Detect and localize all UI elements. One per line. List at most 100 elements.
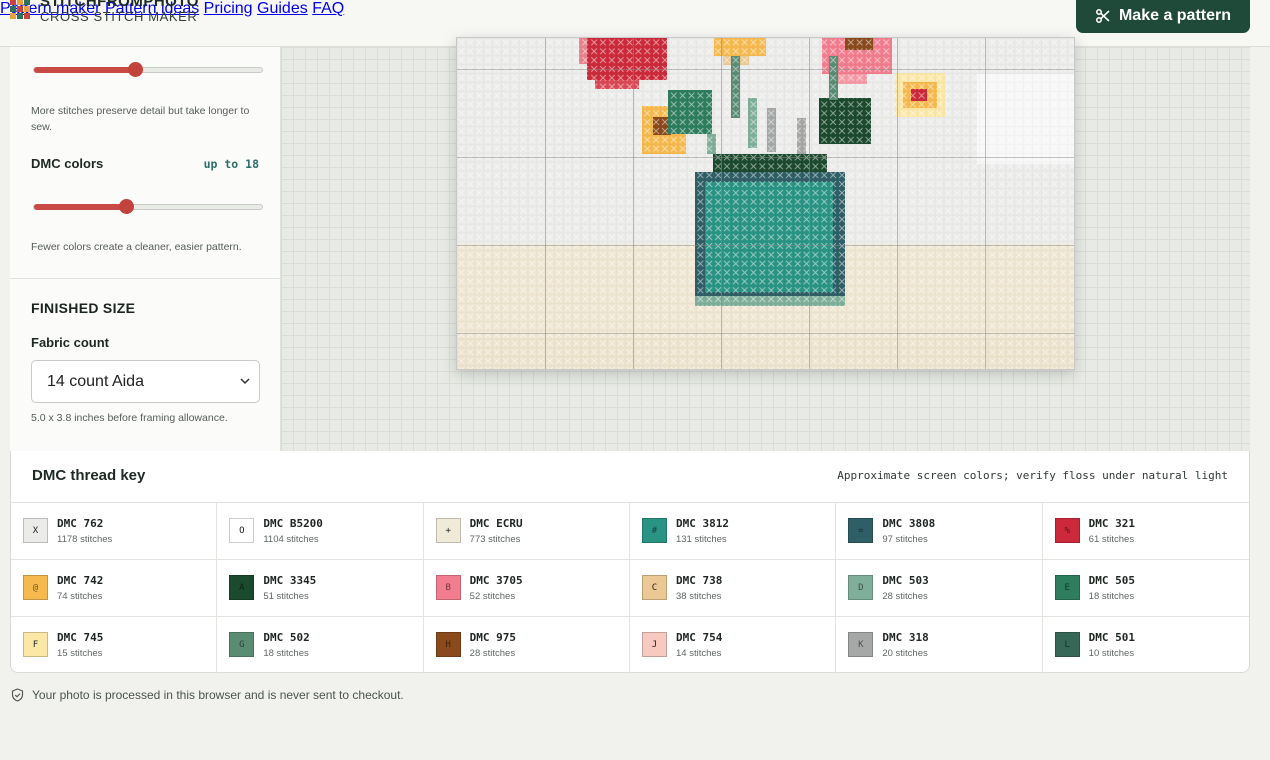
dmc-colors-value: up to 18 <box>203 157 259 171</box>
thread-code: DMC 3812 <box>675 517 729 530</box>
thread-swatch: F <box>23 632 48 657</box>
thread-swatch: = <box>848 518 874 543</box>
thread-key-item: @ DMC 742 74 stitches <box>11 560 218 617</box>
make-pattern-label: Make a pattern <box>1118 6 1232 24</box>
slider-thumb[interactable] <box>128 62 144 77</box>
thread-swatch: A <box>229 575 255 600</box>
thread-swatch: E <box>1054 575 1080 600</box>
thread-code: DMC 3808 <box>882 517 936 530</box>
thread-code: DMC ECRU <box>469 517 523 530</box>
fabric-count-value: 14 count Aida <box>47 372 144 390</box>
chevron-down-icon <box>240 378 250 385</box>
brand-subtitle: CROSS STITCH MAKER <box>40 9 198 24</box>
colors-help-text: Fewer colors create a cleaner, easier pa… <box>31 241 242 253</box>
thread-code: DMC B5200 <box>263 517 323 530</box>
slider-thumb[interactable] <box>119 199 134 214</box>
thread-count: 52 stitches <box>469 591 516 602</box>
thread-count: 38 stitches <box>675 591 722 602</box>
thread-key-item: + DMC ECRU 773 stitches <box>423 503 630 560</box>
thread-key-item: F DMC 745 15 stitches <box>11 617 218 674</box>
thread-code: DMC 754 <box>675 631 723 644</box>
thread-count: 14 stitches <box>675 648 722 659</box>
thread-code: DMC 502 <box>263 631 310 644</box>
thread-code: DMC 3705 <box>469 574 523 587</box>
fabric-count-select[interactable]: 14 count Aida <box>31 360 260 403</box>
thread-code: DMC 3345 <box>263 574 317 587</box>
thread-key-item: D DMC 503 28 stitches <box>836 560 1043 617</box>
thread-swatch: H <box>435 632 461 657</box>
thread-count: 131 stitches <box>675 534 727 545</box>
thread-key-item: X DMC 762 1178 stitches <box>11 503 218 560</box>
thread-key-note: Approximate screen colors; verify floss … <box>837 469 1228 482</box>
stitch-count-slider[interactable] <box>33 62 263 77</box>
thread-count: 15 stitches <box>57 648 103 659</box>
thread-count: 1104 stitches <box>263 534 319 545</box>
shield-check-icon <box>11 688 24 702</box>
fabric-count-label: Fabric count <box>31 335 110 350</box>
nav-faq[interactable]: FAQ <box>312 0 344 17</box>
thread-swatch: C <box>641 575 667 600</box>
thread-code: DMC 745 <box>57 631 104 644</box>
thread-key-item: G DMC 502 18 stitches <box>217 617 424 674</box>
privacy-note: Your photo is processed in this browser … <box>11 688 404 702</box>
thread-key-item: B DMC 3705 52 stitches <box>423 560 630 617</box>
thread-count: 28 stitches <box>882 591 928 602</box>
thread-swatch: O <box>229 518 255 543</box>
dmc-colors-label: DMC colors <box>31 156 104 171</box>
thread-count: 61 stitches <box>1088 534 1135 545</box>
thread-code: DMC 321 <box>1088 517 1136 530</box>
thread-key-item: A DMC 3345 51 stitches <box>217 560 424 617</box>
thread-count: 18 stitches <box>263 648 309 659</box>
thread-code: DMC 738 <box>675 574 723 587</box>
thread-swatch: B <box>435 575 461 600</box>
thread-swatch: @ <box>23 575 48 600</box>
thread-key-item: E DMC 505 18 stitches <box>1042 560 1249 617</box>
brand-name: STITCHFROMPHOTO <box>40 0 199 10</box>
settings-panel: More stitches preserve detail but take l… <box>10 47 281 451</box>
pattern-canvas <box>281 37 1250 451</box>
thread-code: DMC 501 <box>1088 631 1136 644</box>
thread-count: 51 stitches <box>263 591 309 602</box>
thread-code: DMC 503 <box>882 574 929 587</box>
nav-pricing[interactable]: Pricing <box>204 0 253 17</box>
thread-swatch: J <box>641 632 667 657</box>
finished-size-heading: FINISHED SIZE <box>31 300 136 316</box>
thread-code: DMC 975 <box>469 631 517 644</box>
thread-key-item: C DMC 738 38 stitches <box>629 560 837 617</box>
logo-icon <box>10 0 30 19</box>
thread-swatch: D <box>848 575 874 600</box>
thread-key-grid: X DMC 762 1178 stitches O DMC B5200 1104 stit… <box>11 502 1249 674</box>
nav-guides[interactable]: Guides <box>257 0 308 17</box>
thread-key-panel: DMC thread key Approximate screen colors… <box>10 451 1250 674</box>
thread-key-title: DMC thread key <box>32 467 146 484</box>
thread-count: 10 stitches <box>1088 648 1135 659</box>
stitch-help-text: More stitches preserve detail but take l… <box>31 105 250 133</box>
thread-key-item: L DMC 501 10 stitches <box>1043 617 1249 674</box>
thread-key-item: = DMC 3808 97 stitches <box>836 503 1043 560</box>
thread-count: 20 stitches <box>882 648 928 659</box>
thread-key-item: K DMC 318 20 stitches <box>836 617 1043 674</box>
thread-count: 28 stitches <box>469 648 516 659</box>
thread-swatch: G <box>229 632 255 657</box>
thread-code: DMC 762 <box>57 517 104 530</box>
thread-code: DMC 318 <box>882 631 929 644</box>
fabric-help-text: 5.0 x 3.8 inches before framing allowanc… <box>31 412 228 424</box>
dmc-colors-slider[interactable] <box>33 199 263 214</box>
thread-swatch: + <box>435 518 461 543</box>
pattern-preview[interactable] <box>456 37 1075 370</box>
thread-count: 74 stitches <box>57 591 103 602</box>
thread-swatch: K <box>848 632 874 657</box>
make-pattern-button[interactable]: Make a pattern <box>1076 0 1250 33</box>
thread-count: 97 stitches <box>882 534 928 545</box>
thread-key-item: O DMC B5200 1104 stitches <box>217 503 424 560</box>
thread-swatch: % <box>1054 518 1080 543</box>
thread-count: 773 stitches <box>469 534 521 545</box>
thread-count: 1178 stitches <box>57 534 113 545</box>
brand-logo[interactable]: STITCHFROMPHOTO CROSS STITCH MAKER <box>10 0 199 23</box>
thread-count: 18 stitches <box>1088 591 1135 602</box>
thread-swatch: L <box>1054 632 1080 657</box>
privacy-text: Your photo is processed in this browser … <box>32 688 404 702</box>
thread-code: DMC 505 <box>1088 574 1136 587</box>
scissors-icon <box>1095 8 1110 23</box>
thread-key-item: % DMC 321 61 stitches <box>1042 503 1249 560</box>
